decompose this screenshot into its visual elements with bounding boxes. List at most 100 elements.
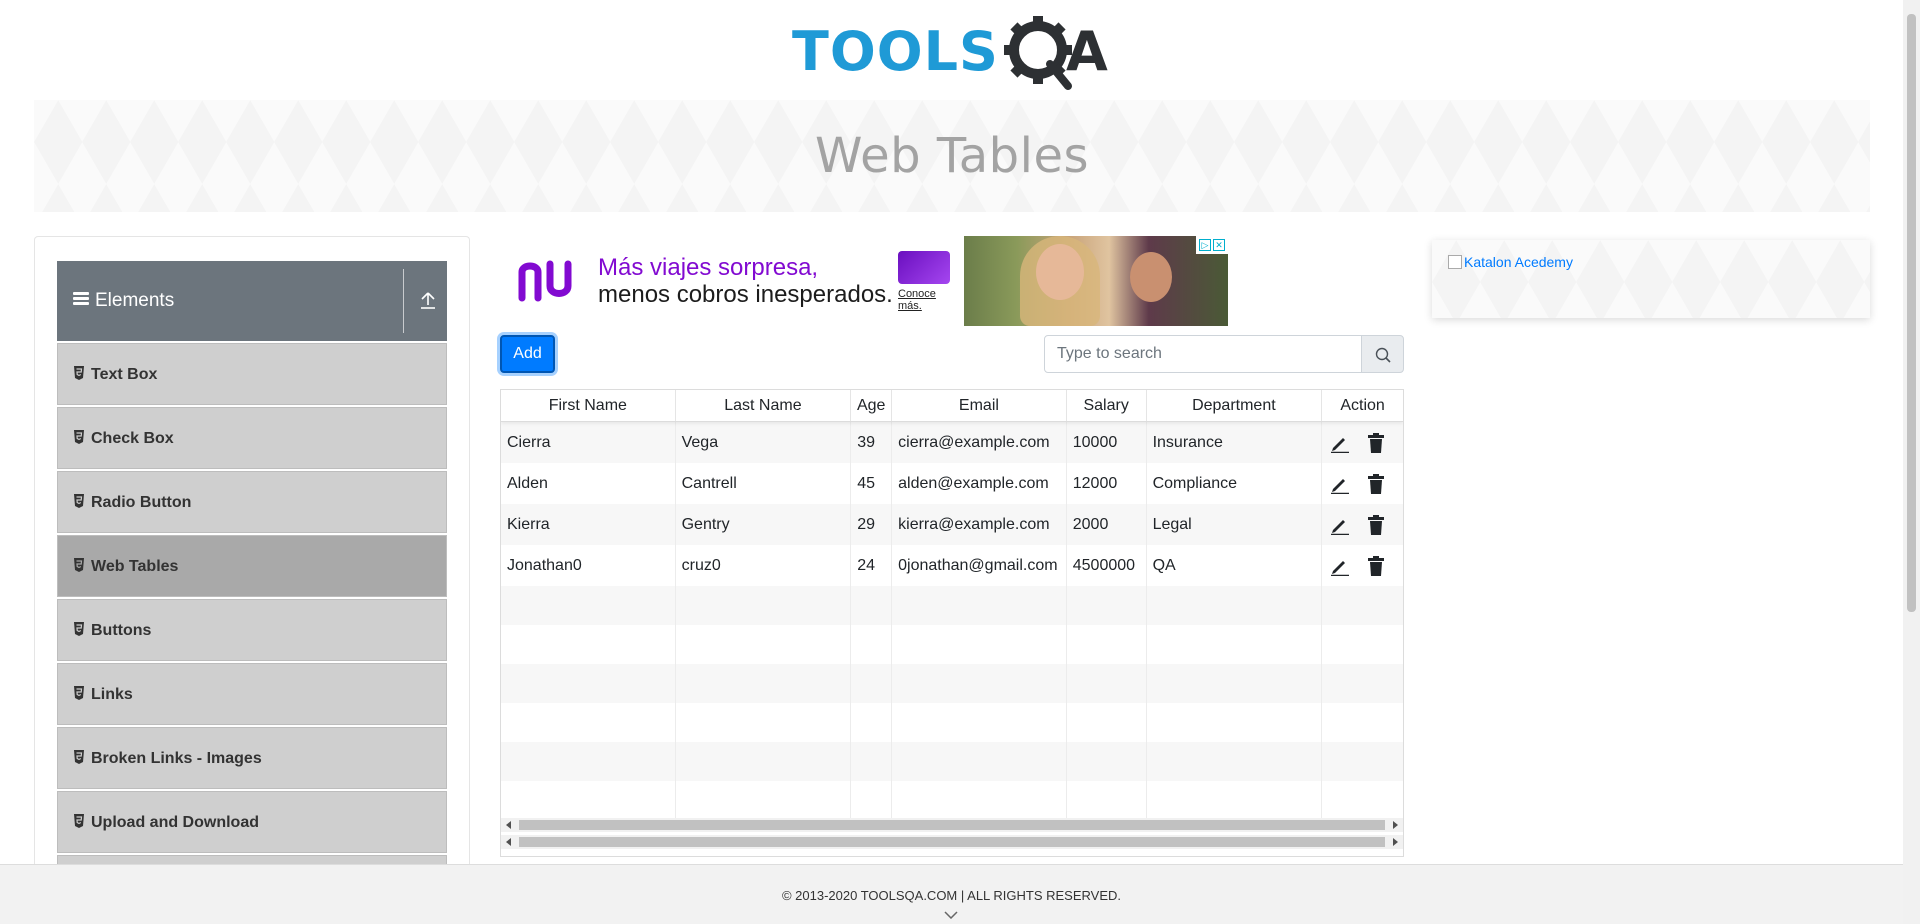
cell-department: Legal (1147, 504, 1323, 545)
sidebar-item-broken-links[interactable]: Broken Links - Images (57, 727, 447, 789)
cell-email: cierra@example.com (892, 422, 1067, 463)
table-row-empty (501, 664, 1403, 703)
sidebar-item-radio-button[interactable]: Radio Button (57, 471, 447, 533)
sidebar-item-buttons[interactable]: Buttons (57, 599, 447, 661)
html5-icon (74, 686, 84, 700)
katalon-ad-link[interactable]: Katalon Acedemy (1448, 254, 1573, 270)
cell-salary: 12000 (1067, 463, 1147, 504)
delete-icon[interactable] (1368, 433, 1385, 453)
sidebar-item-label: Upload and Download (91, 814, 259, 831)
edit-icon[interactable] (1330, 433, 1350, 453)
add-button[interactable]: Add (500, 335, 555, 373)
cell-age: 29 (851, 504, 893, 545)
cell-last-name: Cantrell (676, 463, 852, 504)
cell-age: 24 (851, 545, 893, 586)
column-header-first-name[interactable]: First Name (501, 390, 676, 421)
cell-action (1322, 422, 1403, 463)
table-row: Cierra Vega 39 cierra@example.com 10000 … (501, 422, 1403, 463)
delete-icon[interactable] (1368, 556, 1385, 576)
html5-icon (74, 366, 84, 380)
footer: © 2013-2020 TOOLSQA.COM | ALL RIGHTS RES… (0, 864, 1903, 924)
ad-banner[interactable]: Más viajes sorpresa, menos cobros inespe… (500, 236, 1228, 326)
elements-group-header[interactable]: Elements (57, 261, 447, 341)
collapse-up-icon[interactable] (419, 289, 437, 311)
search-input[interactable] (1044, 335, 1362, 373)
cell-salary: 10000 (1067, 422, 1147, 463)
cell-last-name: cruz0 (676, 545, 852, 586)
right-ad-panel: Katalon Acedemy (1432, 240, 1870, 318)
menu-icon (73, 291, 89, 306)
sidebar-item-label: Text Box (91, 366, 158, 383)
delete-icon[interactable] (1368, 474, 1385, 494)
table-row: Kierra Gentry 29 kierra@example.com 2000… (501, 504, 1403, 545)
table-row-empty (501, 625, 1403, 664)
sidebar-item-label: Check Box (91, 430, 174, 447)
scroll-right-arrow-icon[interactable] (1393, 821, 1398, 829)
ad-choices-badge[interactable]: ▷ ✕ (1196, 236, 1228, 254)
column-header-last-name[interactable]: Last Name (676, 390, 852, 421)
chevron-down-icon[interactable] (944, 911, 958, 919)
scroll-right-arrow-icon[interactable] (1393, 838, 1398, 846)
ad-photo-face-2 (1130, 252, 1172, 302)
ad-line-2: menos cobros inesperados. (598, 281, 893, 308)
cell-age: 45 (851, 463, 893, 504)
sidebar-item-label: Radio Button (91, 494, 192, 511)
cell-department: Insurance (1147, 422, 1323, 463)
delete-icon[interactable] (1368, 515, 1385, 535)
table-row: Alden Cantrell 45 alden@example.com 1200… (501, 463, 1403, 504)
column-header-age[interactable]: Age (851, 390, 893, 421)
table-row-empty (501, 703, 1403, 742)
page-title: Web Tables (814, 128, 1090, 184)
katalon-ad-alt-text: Katalon Acedemy (1464, 254, 1573, 270)
scrollbar-thumb[interactable] (519, 820, 1385, 830)
cell-action (1322, 504, 1403, 545)
svg-text:A: A (1066, 20, 1108, 83)
sidebar-item-label: Links (91, 686, 133, 703)
ad-info-icon[interactable]: ▷ (1199, 239, 1211, 251)
cell-last-name: Vega (676, 422, 852, 463)
ad-cta-link[interactable]: Conoce más. (898, 288, 950, 312)
sidebar-item-label: Buttons (91, 622, 152, 639)
svg-text:TOOLS: TOOLS (792, 20, 999, 83)
cell-first-name: Alden (501, 463, 676, 504)
cell-salary: 4500000 (1067, 545, 1147, 586)
html5-icon (74, 750, 84, 764)
cell-last-name: Gentry (676, 504, 852, 545)
column-header-action[interactable]: Action (1322, 390, 1403, 421)
edit-icon[interactable] (1330, 556, 1350, 576)
table-horizontal-scrollbar[interactable] (501, 818, 1403, 832)
search-box (1044, 335, 1404, 373)
edit-icon[interactable] (1330, 474, 1350, 494)
cell-salary: 2000 (1067, 504, 1147, 545)
sidebar-item-web-tables[interactable]: Web Tables (57, 535, 447, 597)
nu-logo (518, 260, 572, 302)
ad-card-image (898, 251, 950, 284)
column-header-email[interactable]: Email (892, 390, 1067, 421)
cell-department: QA (1147, 545, 1323, 586)
sidebar-item-check-box[interactable]: Check Box (57, 407, 447, 469)
html5-icon (74, 622, 84, 636)
cell-email: alden@example.com (892, 463, 1067, 504)
sidebar-item-upload-download[interactable]: Upload and Download (57, 791, 447, 853)
sidebar-item-label: Broken Links - Images (91, 750, 262, 767)
column-header-department[interactable]: Department (1147, 390, 1323, 421)
sidebar-item-text-box[interactable]: Text Box (57, 343, 447, 405)
edit-icon[interactable] (1330, 515, 1350, 535)
scroll-left-arrow-icon[interactable] (506, 838, 511, 846)
web-table: First Name Last Name Age Email Salary De… (500, 389, 1404, 857)
table-horizontal-scrollbar[interactable] (501, 835, 1403, 849)
toolsqa-logo[interactable]: TOOLS A (790, 14, 1116, 90)
ad-close-icon[interactable]: ✕ (1213, 239, 1225, 251)
search-button[interactable] (1361, 335, 1404, 373)
sidebar-item-links[interactable]: Links (57, 663, 447, 725)
page-vertical-scrollbar[interactable] (1903, 0, 1920, 924)
page-scrollbar-thumb[interactable] (1907, 14, 1916, 612)
html5-icon (74, 558, 84, 572)
scrollbar-thumb[interactable] (519, 837, 1385, 847)
cell-age: 39 (851, 422, 893, 463)
cell-action (1322, 463, 1403, 504)
html5-icon (74, 494, 84, 508)
scroll-left-arrow-icon[interactable] (506, 821, 511, 829)
column-header-salary[interactable]: Salary (1067, 390, 1147, 421)
header-divider (403, 269, 404, 333)
